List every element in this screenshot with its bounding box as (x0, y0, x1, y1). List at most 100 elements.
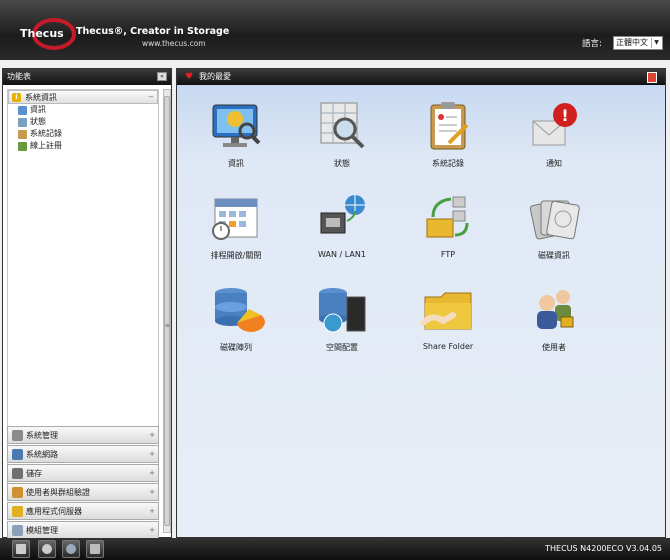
sidebar-group-label: 系統管理 (26, 431, 58, 440)
svg-text:!: ! (561, 106, 568, 125)
favorites-panel: ♥ 我的最愛 資訊 狀態 系統記錄 ! 通知 排程開啟/關閉 WAN / LAN… (176, 68, 666, 538)
info-monitor-icon (212, 104, 261, 147)
restart-icon (66, 544, 76, 554)
sidebar-group-storage[interactable]: 儲存 + (7, 464, 159, 482)
raid-icon (215, 288, 265, 332)
sidebar-group-app-server[interactable]: 應用程式伺服器 + (7, 502, 159, 520)
network-tree-button[interactable] (86, 540, 104, 558)
tile-label: 磁碟資訊 (538, 251, 570, 260)
bottom-toolbar: THECUS N4200ECO V3.04.05 (0, 538, 670, 560)
disk-info-icon (529, 200, 580, 240)
collapse-sidebar-button[interactable]: « (157, 72, 167, 81)
expand-icon: + (149, 507, 155, 515)
notification-icon: ! (532, 103, 577, 146)
sidebar-item-register[interactable]: 線上註冊 (8, 140, 158, 152)
module-icon (12, 525, 23, 536)
sidebar-group-network[interactable]: 系統網路 + (7, 445, 159, 463)
tile-status[interactable]: 狀態 (297, 99, 387, 169)
firmware-version: THECUS N4200ECO V3.04.05 (545, 544, 662, 553)
clipboard-log-icon (430, 102, 469, 150)
brand-tagline: Thecus®, Creator in Storage (76, 26, 230, 37)
exit-icon[interactable] (647, 72, 657, 83)
sidebar-group-system-info[interactable]: i 系統資訊 − (8, 90, 158, 104)
share-folder-icon (420, 292, 472, 330)
sidebar-group-label: 系統網路 (26, 450, 58, 459)
brand-name: Thecus (20, 27, 64, 40)
tile-ftp[interactable]: FTP (403, 191, 493, 259)
tile-log[interactable]: 系統記錄 (403, 99, 493, 169)
tile-disk-info[interactable]: 磁碟資訊 (509, 191, 599, 261)
tile-label: Share Folder (422, 342, 474, 351)
space-allocation-icon (319, 288, 366, 333)
sidebar-group-users[interactable]: 使用者與群組驗證 + (7, 483, 159, 501)
favorites-title: 我的最愛 (199, 72, 231, 81)
shutdown-button[interactable] (12, 540, 30, 558)
favorites-header: ♥ 我的最愛 (177, 69, 665, 85)
tools-icon (12, 430, 23, 441)
sidebar-scrollbar[interactable]: ≡ (163, 89, 171, 533)
tile-wan-lan[interactable]: WAN / LAN1 (297, 191, 387, 259)
tile-label: WAN / LAN1 (318, 250, 366, 259)
scrollbar-thumb[interactable] (164, 96, 170, 526)
sidebar-item-label: 線上註冊 (30, 141, 62, 150)
sidebar-group-module[interactable]: 模組管理 + (7, 521, 159, 539)
top-header: Thecus Thecus®, Creator in Storage www.t… (0, 0, 670, 60)
tile-label: 通知 (546, 159, 562, 168)
ftp-icon (426, 196, 469, 238)
tile-info[interactable]: 資訊 (191, 99, 281, 169)
sidebar-group-label: 儲存 (26, 469, 42, 478)
expand-icon: + (149, 488, 155, 496)
sidebar-groups: 系統管理 + 系統網路 + 儲存 + 使用者與群組驗證 + 應用程式伺服器 + 模組管理 + (7, 426, 159, 540)
sidebar-item-label: 狀態 (30, 117, 46, 126)
info-icon (18, 106, 27, 115)
collapse-icon: − (148, 93, 154, 101)
sidebar-group-system-admin[interactable]: 系統管理 + (7, 426, 159, 444)
chevron-down-icon: ▼ (651, 38, 661, 48)
network-icon (12, 449, 23, 460)
expand-icon: + (149, 469, 155, 477)
disk-button[interactable] (38, 540, 56, 558)
sidebar-item-label: 資訊 (30, 105, 46, 114)
heart-icon: ♥ (185, 72, 194, 82)
tile-notification[interactable]: ! 通知 (509, 99, 599, 169)
grip-icon: ≡ (165, 322, 171, 329)
expand-icon: + (149, 450, 155, 458)
status-magnifier-icon (320, 102, 365, 149)
app-server-icon (12, 506, 23, 517)
expand-icon: + (149, 526, 155, 534)
tile-raid[interactable]: 磁碟陣列 (191, 283, 281, 353)
sidebar-group-label: 系統資訊 (25, 93, 57, 102)
sidebar-item-status[interactable]: 狀態 (8, 116, 158, 128)
sidebar-item-label: 系統記錄 (30, 129, 62, 138)
users-icon (12, 487, 23, 498)
sidebar-title: 功能表 (7, 72, 31, 81)
tile-label: FTP (440, 250, 456, 259)
sidebar-group-label: 模組管理 (26, 526, 58, 535)
tile-label: 空間配置 (326, 343, 358, 352)
language-select[interactable]: 正體中文 ▼ (613, 36, 663, 50)
language-value: 正體中文 (616, 38, 648, 47)
tile-label: 磁碟陣列 (220, 343, 252, 352)
sidebar-item-log[interactable]: 系統記錄 (8, 128, 158, 140)
tile-share-folder[interactable]: Share Folder (403, 283, 493, 351)
restart-button[interactable] (62, 540, 80, 558)
sidebar-header: 功能表 « (3, 69, 171, 85)
language-label: 語言: (582, 39, 602, 49)
calendar-icon (212, 198, 258, 240)
log-icon (18, 130, 27, 139)
tile-label: 排程開啟/關閉 (210, 251, 262, 260)
sidebar-group-label: 應用程式伺服器 (26, 507, 82, 516)
tile-users[interactable]: 使用者 (509, 283, 599, 353)
users-icon (537, 290, 574, 329)
sidebar-item-info[interactable]: 資訊 (8, 104, 158, 116)
tile-label: 使用者 (542, 343, 566, 352)
network-port-icon (320, 195, 365, 234)
tile-label: 資訊 (228, 159, 244, 168)
disk-icon (42, 544, 52, 554)
sidebar-group-label: 使用者與群組驗證 (26, 488, 90, 497)
tile-schedule[interactable]: 排程開啟/關閉 (191, 191, 281, 261)
storage-icon (12, 468, 23, 479)
tile-space-allocation[interactable]: 空間配置 (297, 283, 387, 353)
tile-label: 狀態 (334, 159, 350, 168)
sidebar: 功能表 « i 系統資訊 − 資訊 狀態 系統記錄 線上註冊 ≡ 系統管理 + 系… (2, 68, 172, 540)
